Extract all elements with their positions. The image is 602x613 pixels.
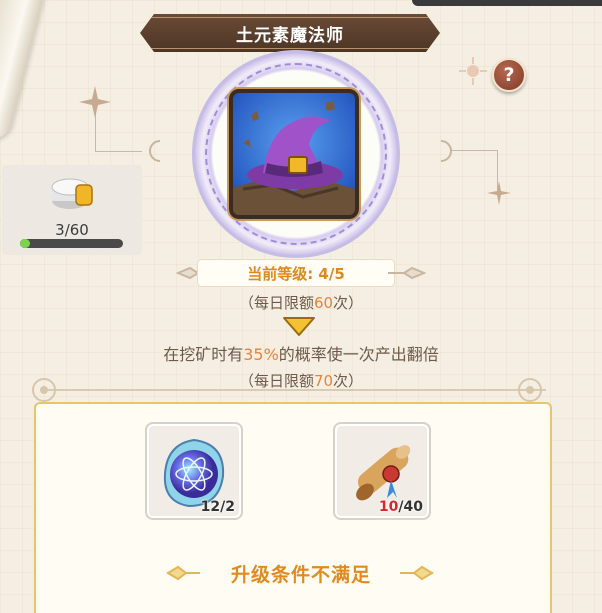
- question-mark-icon: ?: [503, 64, 515, 86]
- help-button[interactable]: ?: [492, 58, 526, 92]
- requirement-item-orb[interactable]: 12/2: [145, 422, 243, 520]
- current-daily-limit: （每日限额60次）: [238, 294, 364, 312]
- sparkle-star-icon: [79, 86, 111, 118]
- page-title: 土元素魔法师: [236, 25, 344, 46]
- item-count: 10/40: [378, 499, 423, 515]
- moon-icon: [440, 140, 452, 162]
- upgrade-condition-text: 升级条件不满足: [230, 564, 371, 586]
- item-count: 12/2: [200, 499, 235, 515]
- moon-icon: [149, 140, 161, 162]
- deco-line: [96, 151, 142, 152]
- next-daily-limit: （每日限额70次）: [238, 372, 364, 390]
- coin-stack-icon: [51, 178, 93, 209]
- resource-count: 3/60: [55, 221, 89, 239]
- sparkle-star-icon: [487, 181, 511, 205]
- title-banner: 土元素魔法师: [140, 14, 440, 52]
- resource-progress-bar: [20, 239, 123, 248]
- sun-icon: [459, 57, 487, 85]
- right-ornament-icon: [400, 565, 434, 581]
- wizard-hat-icon: [233, 101, 355, 215]
- level-strip: 当前等级: 4/5: [198, 260, 394, 286]
- current-level-text: 当前等级: 4/5: [247, 264, 345, 283]
- requirement-item-scroll[interactable]: 10/40: [333, 422, 431, 520]
- next-level-effect: 在挖矿时有35%的概率使一次产出翻倍: [163, 345, 439, 364]
- resource-progress-fill: [20, 239, 31, 248]
- flower-ornament-icon: [32, 378, 56, 402]
- scroll-edge-decoration: [0, 0, 44, 143]
- skill-icon-frame[interactable]: [229, 89, 359, 219]
- divider: [46, 389, 546, 391]
- arrow-down-icon: [283, 317, 315, 336]
- flower-ornament-icon: [518, 378, 542, 402]
- top-bar-edge: [412, 0, 602, 6]
- right-ornament-icon: [388, 266, 426, 280]
